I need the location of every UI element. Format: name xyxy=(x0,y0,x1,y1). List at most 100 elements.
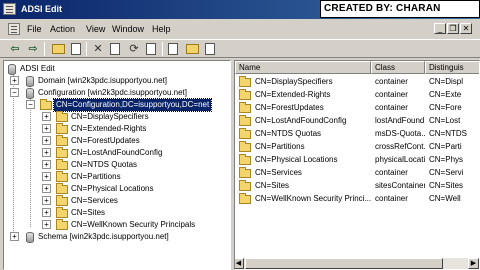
delete-icon[interactable]: ✕ xyxy=(91,42,105,56)
up-folder-icon[interactable] xyxy=(52,44,65,54)
folder-icon xyxy=(239,102,251,113)
list-item[interactable]: CN=Partitions crossRefCont... CN=Parti xyxy=(235,140,479,153)
list-item-dn: CN=Parti xyxy=(429,142,462,151)
list-item[interactable]: CN=NTDS Quotas msDS-Quota... CN=NTDS xyxy=(235,127,479,140)
column-header-distinguished-name[interactable]: Distinguis xyxy=(425,61,479,74)
tree-root-label: ADSI Edit xyxy=(20,64,55,73)
tree-connector xyxy=(13,75,14,235)
list-item-name: CN=NTDS Quotas xyxy=(255,129,322,138)
back-arrow-icon[interactable]: ⇦ xyxy=(8,42,22,56)
list-item[interactable]: CN=Physical Locations physicalLocation CN=… xyxy=(235,153,479,166)
folder-icon xyxy=(56,195,68,206)
expand-icon[interactable]: + xyxy=(42,196,51,205)
folder-icon xyxy=(56,207,68,218)
folder-icon xyxy=(56,135,68,146)
properties-icon[interactable] xyxy=(110,43,120,55)
folder-icon xyxy=(56,147,68,158)
app-icon[interactable] xyxy=(3,3,16,15)
column-header-class[interactable]: Class xyxy=(371,61,425,74)
expand-icon[interactable]: + xyxy=(42,112,51,121)
tree-node-label: CN=Sites xyxy=(71,208,106,217)
list-item-dn: CN=Lost xyxy=(429,116,461,125)
list-item-dn: CN=Exte xyxy=(429,90,462,99)
expand-icon[interactable]: + xyxy=(10,232,19,241)
mmc-document-icon[interactable] xyxy=(8,23,20,35)
expand-icon[interactable]: + xyxy=(10,76,19,85)
list-item-class: container xyxy=(375,103,408,112)
list-item-class: container xyxy=(375,168,408,177)
folder-icon xyxy=(239,167,251,178)
expand-icon[interactable]: + xyxy=(42,136,51,145)
mdi-window-controls: _ ❐ ✕ xyxy=(433,23,472,34)
toolbar: ⇦ ⇨ ✕ ⟳ xyxy=(0,39,480,58)
list-item-name: CN=Services xyxy=(255,168,302,177)
folder-icon xyxy=(239,180,251,191)
expand-icon[interactable]: + xyxy=(42,172,51,181)
tree-node-label: CN=Physical Locations xyxy=(71,184,154,193)
list-item-class: crossRefCont... xyxy=(375,142,425,151)
list-item-dn: CN=NTDS xyxy=(429,129,468,138)
list-item-dn: CN=Displ xyxy=(429,77,464,86)
folder-icon xyxy=(56,183,68,194)
details-pane[interactable]: Name Class Distinguis CN=DisplaySpecifie… xyxy=(234,60,480,270)
expand-icon[interactable]: + xyxy=(42,124,51,133)
expand-icon[interactable]: + xyxy=(42,148,51,157)
collapse-icon[interactable]: − xyxy=(10,88,19,97)
folder-icon xyxy=(239,76,251,87)
folder-icon xyxy=(56,219,68,230)
expand-icon[interactable]: + xyxy=(42,220,51,229)
show-hide-tree-icon[interactable] xyxy=(71,43,81,55)
menu-help[interactable]: Help xyxy=(152,24,171,34)
list-item[interactable]: CN=WellKnown Security Princi... container… xyxy=(235,192,479,205)
list-item[interactable]: CN=ForestUpdates container CN=Fore xyxy=(235,101,479,114)
mdi-restore-button[interactable]: ❐ xyxy=(447,23,459,34)
toolbar-separator xyxy=(44,42,45,56)
expand-icon[interactable]: + xyxy=(42,184,51,193)
console-tree-icon[interactable] xyxy=(205,43,215,55)
scroll-right-button[interactable]: ▶ xyxy=(468,258,479,269)
menu-window[interactable]: Window xyxy=(112,24,144,34)
list-item-name: CN=Physical Locations xyxy=(255,155,338,164)
list-item-class: container xyxy=(375,77,408,86)
collapse-icon[interactable]: − xyxy=(26,100,35,109)
list-item[interactable]: CN=Sites sitesContainer CN=Sites xyxy=(235,179,479,192)
list-item-dn: CN=Servi xyxy=(429,168,464,177)
list-item-dn: CN=Fore xyxy=(429,103,462,112)
menu-action[interactable]: Action xyxy=(50,24,75,34)
adsi-edit-icon xyxy=(8,64,16,75)
menu-view[interactable]: View xyxy=(86,24,105,34)
help-icon[interactable] xyxy=(168,43,178,55)
new-object-icon[interactable] xyxy=(186,44,199,54)
toolbar-separator xyxy=(162,42,163,56)
tree-node-label: Domain [win2k3pdc.isupportyou.net] xyxy=(38,76,167,85)
refresh-icon[interactable]: ⟳ xyxy=(127,42,141,56)
list-item-dn: CN=Sites xyxy=(429,181,464,190)
list-item-name: CN=Sites xyxy=(255,181,290,190)
list-item[interactable]: CN=Services container CN=Servi xyxy=(235,166,479,179)
forward-arrow-icon[interactable]: ⇨ xyxy=(26,42,40,56)
list-item[interactable]: CN=LostAndFoundConfig lostAndFound CN=Lost xyxy=(235,114,479,127)
export-list-icon[interactable] xyxy=(146,43,156,55)
mdi-minimize-button[interactable]: _ xyxy=(434,23,446,34)
list-item-name: CN=Partitions xyxy=(255,142,305,151)
list-item[interactable]: CN=DisplaySpecifiers container CN=Displ xyxy=(235,75,479,88)
expand-icon[interactable]: + xyxy=(42,160,51,169)
list-item-class: sitesContainer xyxy=(375,181,425,190)
folder-icon xyxy=(40,99,52,110)
tree-node-label: CN=DisplaySpecifiers xyxy=(71,112,149,121)
column-header-name[interactable]: Name xyxy=(235,61,371,74)
tree-node-label: CN=Services xyxy=(71,196,118,205)
tree-connector xyxy=(30,99,31,227)
menu-file[interactable]: File xyxy=(27,24,42,34)
folder-icon xyxy=(239,128,251,139)
list-item[interactable]: CN=Extended-Rights container CN=Exte xyxy=(235,88,479,101)
tree-node-label: CN=WellKnown Security Principals xyxy=(71,220,196,229)
horizontal-scrollbar[interactable]: ◀ ▶ xyxy=(235,258,479,269)
expand-icon[interactable]: + xyxy=(42,208,51,217)
scroll-thumb[interactable] xyxy=(245,258,443,269)
tree-node-label: Schema [win2k3pdc.isupportyou.net] xyxy=(38,232,169,241)
scroll-left-button[interactable]: ◀ xyxy=(235,258,244,269)
list-item-name: CN=LostAndFoundConfig xyxy=(255,116,347,125)
mdi-close-button[interactable]: ✕ xyxy=(460,23,472,34)
tree-pane[interactable]: ADSI Edit + Domain [win2k3pdc.isupportyo… xyxy=(3,60,231,270)
